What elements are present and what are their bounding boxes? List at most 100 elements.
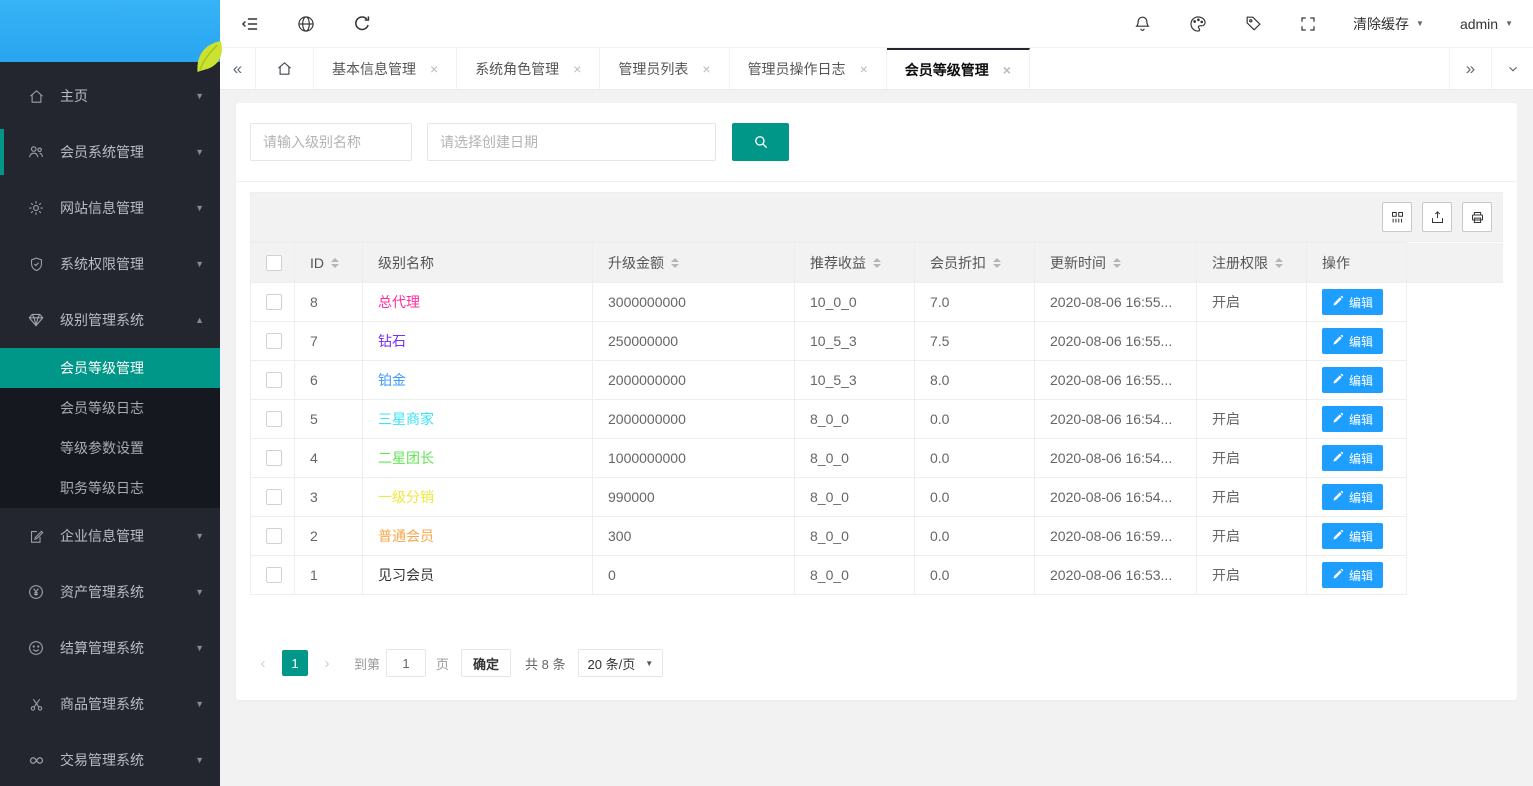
sidebar-item-asset-system[interactable]: 资产管理系统▼ (0, 564, 220, 620)
sidebar-item-enterprise-info[interactable]: 企业信息管理▼ (0, 508, 220, 564)
level-name-link[interactable]: 钻石 (378, 333, 406, 349)
sidebar-subitem-member-level-log[interactable]: 会员等级日志 (0, 388, 220, 428)
level-name-link[interactable]: 见习会员 (378, 567, 434, 583)
row-checkbox[interactable] (266, 567, 282, 583)
select-all-checkbox[interactable] (266, 255, 282, 271)
column-header-3[interactable]: 升级金额 (593, 243, 795, 283)
sidebar-subitem-duty-level-log[interactable]: 职务等级日志 (0, 468, 220, 508)
edit-button[interactable]: 编辑 (1322, 406, 1383, 432)
level-name-link[interactable]: 三星商家 (378, 411, 434, 427)
yen-icon (26, 582, 46, 602)
clear-cache-dropdown[interactable]: 清除缓存 ▼ (1353, 14, 1424, 34)
edit-button[interactable]: 编辑 (1322, 562, 1383, 588)
row-checkbox[interactable] (266, 294, 282, 310)
level-name-cell: 见习会员 (363, 556, 593, 595)
row-checkbox[interactable] (266, 411, 282, 427)
tab-2[interactable]: 系统角色管理× (457, 48, 600, 89)
globe-icon[interactable] (296, 14, 316, 34)
row-checkbox[interactable] (266, 528, 282, 544)
prev-page-icon[interactable]: ‹ (250, 650, 276, 676)
column-header-5[interactable]: 会员折扣 (915, 243, 1035, 283)
level-name-link[interactable]: 二星团长 (378, 450, 434, 466)
bell-icon[interactable] (1133, 14, 1152, 33)
row-checkbox[interactable] (266, 372, 282, 388)
create-date-input[interactable] (427, 123, 716, 161)
export-button[interactable] (1422, 202, 1452, 232)
sidebar-subitem-level-param-setting[interactable]: 等级参数设置 (0, 428, 220, 468)
row-id: 2 (310, 528, 318, 544)
column-header-7[interactable]: 注册权限 (1197, 243, 1307, 283)
sort-icon[interactable] (671, 258, 679, 268)
sidebar-item-level-system[interactable]: 级别管理系统▲ (0, 292, 220, 348)
sidebar-item-trade-system[interactable]: 交易管理系统▼ (0, 732, 220, 786)
sort-icon[interactable] (993, 258, 1001, 268)
print-button[interactable] (1462, 202, 1492, 232)
edit-button[interactable]: 编辑 (1322, 445, 1383, 471)
edit-button[interactable]: 编辑 (1322, 523, 1383, 549)
level-name-input[interactable] (250, 123, 412, 161)
logo-banner[interactable] (0, 0, 220, 62)
confirm-button[interactable]: 确定 (461, 649, 511, 677)
sidebar-item-label: 会员系统管理 (60, 142, 144, 162)
user-dropdown[interactable]: admin ▼ (1460, 16, 1513, 32)
close-icon[interactable]: × (430, 61, 438, 77)
sidebar-item-goods-system[interactable]: 商品管理系统▼ (0, 676, 220, 732)
sort-icon[interactable] (1275, 258, 1283, 268)
level-name-link[interactable]: 总代理 (378, 294, 420, 310)
sidebar-subitem-member-level-manage[interactable]: 会员等级管理 (0, 348, 220, 388)
level-name-link[interactable]: 普通会员 (378, 528, 434, 544)
tab-5[interactable]: 会员等级管理× (887, 48, 1030, 89)
export-icon (1430, 210, 1445, 225)
topbar-left (240, 14, 372, 34)
update-time: 2020-08-06 16:59... (1050, 528, 1172, 544)
page-1-button[interactable]: 1 (282, 650, 308, 676)
column-header-1[interactable]: ID (295, 243, 363, 283)
column-header-6[interactable]: 更新时间 (1035, 243, 1197, 283)
search-icon (752, 133, 770, 151)
close-icon[interactable]: × (573, 61, 581, 77)
tab-3[interactable]: 管理员列表× (600, 48, 729, 89)
palette-icon[interactable] (1188, 14, 1208, 34)
register-permission-cell: 开启 (1197, 439, 1307, 478)
refresh-icon[interactable] (352, 14, 372, 34)
row-checkbox[interactable] (266, 333, 282, 349)
tab-1[interactable]: 基本信息管理× (314, 48, 457, 89)
fullscreen-icon[interactable] (1299, 15, 1317, 33)
close-icon[interactable]: × (860, 61, 868, 77)
tabs-scroll-right-icon[interactable]: » (1449, 48, 1491, 89)
sidebar-subitem-label: 会员等级日志 (60, 398, 144, 418)
edit-button[interactable]: 编辑 (1322, 367, 1383, 393)
goto-page-input[interactable] (386, 649, 426, 677)
row-id: 1 (310, 567, 318, 583)
row-checkbox[interactable] (266, 489, 282, 505)
edit-button[interactable]: 编辑 (1322, 289, 1383, 315)
level-name-link[interactable]: 铂金 (378, 372, 406, 388)
update-time: 2020-08-06 16:53... (1050, 567, 1172, 583)
edit-button[interactable]: 编辑 (1322, 328, 1383, 354)
sidebar-item-member-system[interactable]: 会员系统管理▼ (0, 124, 220, 180)
filter-columns-button[interactable] (1382, 202, 1412, 232)
row-id-cell: 7 (295, 322, 363, 361)
next-page-icon[interactable]: › (314, 650, 340, 676)
page-size-select[interactable]: 20 条/页 ▼ (578, 649, 664, 677)
sort-icon[interactable] (873, 258, 881, 268)
column-header-4[interactable]: 推荐收益 (795, 243, 915, 283)
tab-home[interactable] (256, 48, 314, 89)
sort-icon[interactable] (331, 258, 339, 268)
sidebar-item-settlement-system[interactable]: 结算管理系统▼ (0, 620, 220, 676)
tag-icon[interactable] (1244, 14, 1263, 33)
table-row: 3一级分销9900008_0_00.02020-08-06 16:54...开启… (251, 478, 1504, 517)
sort-icon[interactable] (1113, 258, 1121, 268)
level-name-link[interactable]: 一级分销 (378, 489, 434, 505)
close-icon[interactable]: × (702, 61, 710, 77)
sidebar-item-home[interactable]: 主页▼ (0, 68, 220, 124)
row-checkbox[interactable] (266, 450, 282, 466)
collapse-sidebar-icon[interactable] (240, 14, 260, 34)
tabs-menu-icon[interactable] (1491, 48, 1533, 89)
sidebar-item-site-info[interactable]: 网站信息管理▼ (0, 180, 220, 236)
edit-button[interactable]: 编辑 (1322, 484, 1383, 510)
tab-4[interactable]: 管理员操作日志× (730, 48, 887, 89)
search-button[interactable] (732, 123, 789, 161)
close-icon[interactable]: × (1003, 62, 1011, 78)
sidebar-item-system-permission[interactable]: 系统权限管理▼ (0, 236, 220, 292)
